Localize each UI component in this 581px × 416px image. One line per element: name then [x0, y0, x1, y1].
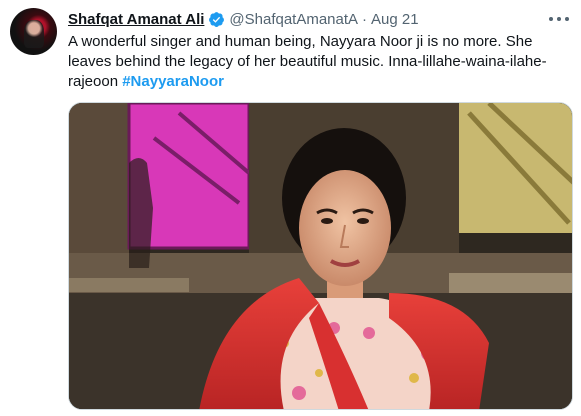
separator-dot: ·	[362, 10, 368, 28]
photo-image	[69, 103, 572, 409]
author-name[interactable]: Shafqat Amanat Ali	[68, 11, 204, 28]
author-handle[interactable]: @ShafqatAmanatA	[229, 11, 358, 28]
hashtag-link[interactable]: #NayyaraNoor	[122, 73, 224, 90]
tweet-date[interactable]: Aug 21	[371, 11, 419, 28]
tweet-media-photo[interactable]	[68, 102, 573, 410]
verified-badge-icon	[209, 11, 225, 27]
tweet-text: A wonderful singer and human being, Nayy…	[68, 32, 563, 92]
avatar[interactable]	[10, 8, 57, 55]
more-options-icon[interactable]	[549, 10, 569, 28]
tweet[interactable]: Shafqat Amanat Ali @ShafqatAmanatA · Aug…	[0, 0, 581, 416]
tweet-header: Shafqat Amanat Ali @ShafqatAmanatA · Aug…	[68, 9, 571, 29]
